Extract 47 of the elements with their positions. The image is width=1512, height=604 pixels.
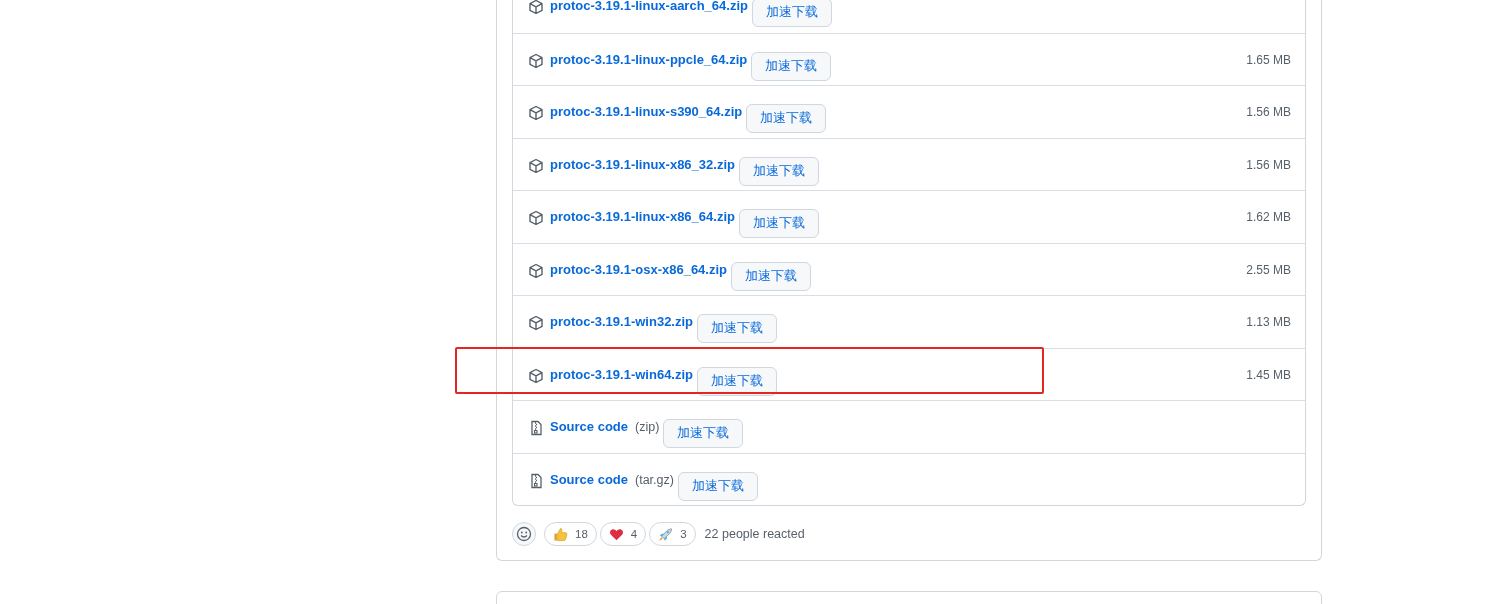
add-reaction-button[interactable]	[512, 522, 536, 546]
download-button[interactable]: 加速下载	[697, 314, 778, 343]
asset-link[interactable]: protoc-3.19.1-linux-x86_64.zip	[550, 208, 735, 226]
zip-file-icon	[528, 472, 544, 489]
download-button[interactable]: 加速下载	[746, 104, 827, 133]
download-button[interactable]: 加速下载	[751, 0, 832, 27]
download-button[interactable]: 加速下载	[663, 419, 744, 448]
download-button[interactable]: 加速下载	[738, 156, 819, 186]
package-icon	[528, 262, 544, 279]
file-size: 1.56 MB	[1246, 156, 1291, 172]
heart-icon	[608, 526, 624, 542]
package-icon	[528, 210, 544, 226]
asset-link[interactable]: protoc-3.19.1-osx-x86_64.zip	[550, 260, 728, 279]
package-icon	[528, 0, 544, 15]
format-label: (zip)	[635, 419, 660, 436]
asset-link[interactable]: protoc-3.19.1-linux-aarch_64.zip	[550, 0, 748, 15]
file-size: 1.56 MB	[1246, 104, 1291, 119]
reaction-button[interactable]: 18	[544, 522, 597, 546]
reaction-button[interactable]: 4	[599, 522, 647, 546]
asset-link[interactable]: protoc-3.19.1-win32.zip	[550, 313, 694, 331]
package-icon	[528, 52, 544, 69]
format-label: (tar.gz)	[635, 471, 674, 489]
download-button[interactable]: 加速下载	[677, 471, 758, 501]
file-size: 1.62 MB	[1246, 209, 1291, 224]
rocket-icon	[658, 526, 674, 542]
download-button[interactable]: 加速下载	[738, 209, 819, 238]
file-size: 1.13 MB	[1246, 314, 1291, 329]
file-size: 1.65 MB	[1246, 51, 1291, 67]
asset-link[interactable]: protoc-3.19.1-linux-s390_64.zip	[550, 103, 743, 121]
asset-link[interactable]: protoc-3.19.1-win64.zip	[550, 365, 694, 384]
zip-file-icon	[528, 420, 544, 436]
thumbs-up-icon	[553, 526, 568, 542]
asset-link[interactable]: Source code	[550, 470, 629, 489]
package-icon	[528, 367, 544, 384]
asset-link[interactable]: protoc-3.19.1-linux-x86_32.zip	[550, 155, 735, 174]
asset-link[interactable]: Source code	[550, 418, 629, 436]
download-button[interactable]: 加速下载	[697, 366, 778, 396]
reaction-summary: 22 people reacted	[704, 527, 805, 541]
file-size: 2.55 MB	[1246, 261, 1291, 277]
package-icon	[528, 315, 544, 331]
package-icon	[528, 105, 544, 121]
reaction-button[interactable]: 3	[649, 522, 696, 546]
asset-link[interactable]: protoc-3.19.1-linux-ppcle_64.zip	[550, 50, 748, 69]
package-icon	[528, 157, 544, 174]
download-button[interactable]: 加速下载	[751, 51, 832, 81]
file-size: 1.45 MB	[1246, 366, 1291, 382]
download-button[interactable]: 加速下载	[731, 261, 812, 291]
